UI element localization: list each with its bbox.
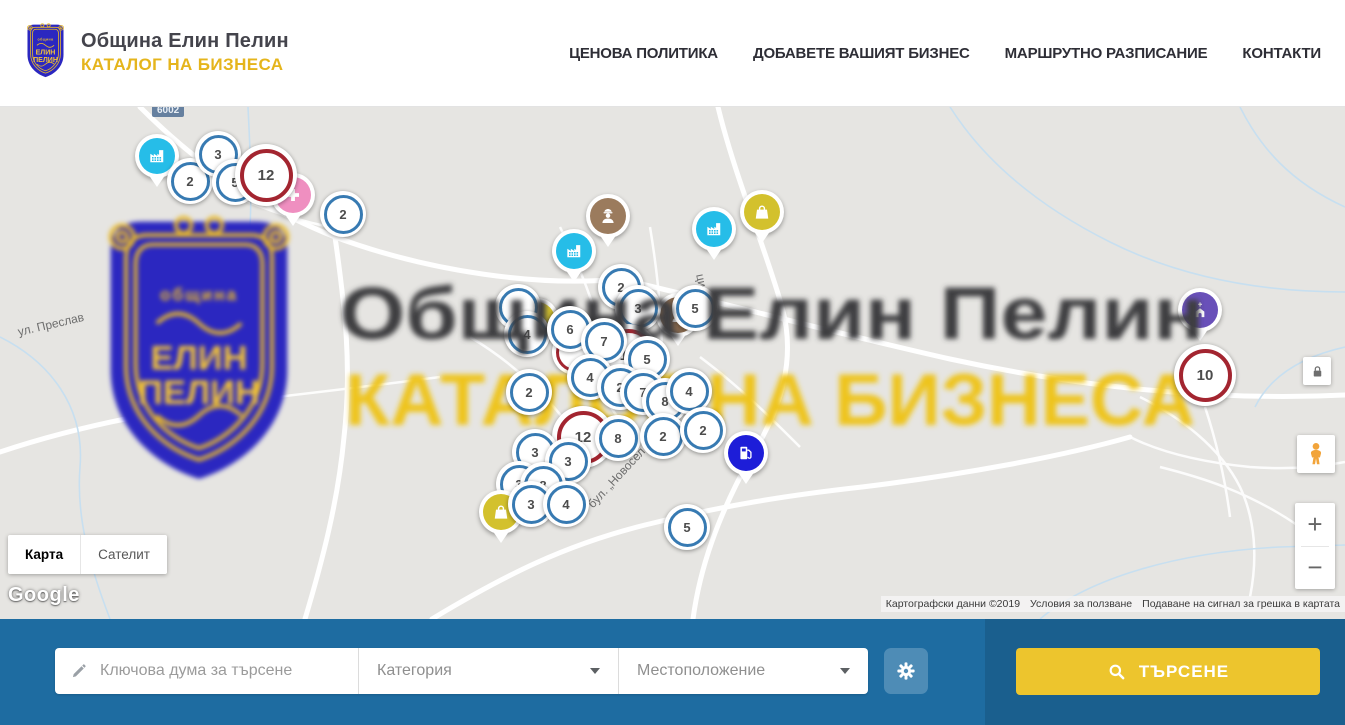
- nav-item-contacts[interactable]: КОНТАКТИ: [1242, 45, 1321, 62]
- site-header: Община Елин Пелин КАТАЛОГ НА БИЗНЕСА ЦЕН…: [0, 0, 1345, 107]
- keyword-field[interactable]: [55, 648, 358, 694]
- advanced-settings-button[interactable]: [884, 648, 928, 694]
- chevron-down-icon: [840, 668, 850, 674]
- zoom-control: + −: [1295, 503, 1335, 589]
- category-select-label: Категория: [377, 662, 452, 680]
- lock-icon: [1310, 364, 1325, 379]
- map-type-map-button[interactable]: Карта: [8, 535, 80, 574]
- attribution-link[interactable]: Условия за ползване: [1025, 596, 1137, 612]
- search-button-label: ТЪРСЕНЕ: [1139, 662, 1229, 682]
- attribution-text: Картографски данни ©2019: [881, 596, 1025, 612]
- zoom-in-button[interactable]: +: [1295, 503, 1335, 546]
- map-type-satellite-button[interactable]: Сателит: [80, 535, 167, 574]
- map-cluster-marker[interactable]: 4: [504, 311, 550, 357]
- chevron-down-icon: [590, 668, 600, 674]
- gear-icon: [895, 660, 917, 682]
- map-pin-bag[interactable]: [740, 190, 784, 234]
- location-select[interactable]: Местоположение: [618, 648, 868, 694]
- map-cluster-marker[interactable]: 5: [672, 285, 718, 331]
- map-cluster-marker[interactable]: 2: [506, 369, 552, 415]
- nav-item-add-business[interactable]: ДОБАВЕТЕ ВАШИЯТ БИЗНЕС: [753, 45, 970, 62]
- map-pin-factory[interactable]: [552, 229, 596, 273]
- nav-item-pricing[interactable]: ЦЕНОВА ПОЛИТИКА: [569, 45, 718, 62]
- map-pin-worker[interactable]: [586, 194, 630, 238]
- zoom-out-button[interactable]: −: [1295, 546, 1335, 589]
- map-cluster-marker[interactable]: 2: [680, 407, 726, 453]
- location-select-label: Местоположение: [637, 662, 765, 680]
- map-cluster-marker[interactable]: 12: [235, 144, 297, 206]
- keyword-input[interactable]: [98, 661, 342, 681]
- road-label: 6002: [152, 107, 184, 117]
- attribution-link[interactable]: Подаване на сигнал за грешка в картата: [1137, 596, 1345, 612]
- map-pin-church[interactable]: [1178, 288, 1222, 332]
- municipality-shield-icon: [22, 22, 69, 82]
- category-select[interactable]: Категория: [358, 648, 618, 694]
- map-cluster-marker[interactable]: 8: [595, 415, 641, 461]
- map-pin-fuel[interactable]: [724, 431, 768, 475]
- nav-item-route-schedule[interactable]: МАРШРУТНО РАЗПИСАНИЕ: [1005, 45, 1208, 62]
- google-logo[interactable]: Google: [8, 584, 80, 607]
- map-cluster-marker[interactable]: 10: [1174, 344, 1236, 406]
- search-fields-group: Категория Местоположение: [55, 648, 868, 694]
- search-button[interactable]: ТЪРСЕНЕ: [1016, 648, 1320, 695]
- pencil-icon: [70, 662, 88, 680]
- google-map[interactable]: 6002ул. Преславциибул. „Новосел 235413 О…: [0, 107, 1345, 619]
- search-bar: Категория Местоположение ТЪРСЕНЕ: [0, 619, 1345, 725]
- pegman-icon: [1303, 441, 1329, 467]
- search-icon: [1107, 662, 1127, 682]
- lock-button[interactable]: [1303, 357, 1331, 385]
- map-attribution: Картографски данни ©2019Условия за ползв…: [881, 596, 1345, 612]
- site-title: Община Елин Пелин: [81, 30, 289, 53]
- map-type-control: Карта Сателит: [8, 535, 167, 574]
- map-cluster-marker[interactable]: 2: [320, 191, 366, 237]
- map-cluster-marker[interactable]: 4: [543, 481, 589, 527]
- map-pin-factory[interactable]: [692, 207, 736, 251]
- site-subtitle: КАТАЛОГ НА БИЗНЕСА: [81, 55, 289, 75]
- street-view-pegman-button[interactable]: [1297, 435, 1335, 473]
- site-logo[interactable]: Община Елин Пелин КАТАЛОГ НА БИЗНЕСА: [22, 22, 289, 82]
- main-nav: ЦЕНОВА ПОЛИТИКА ДОБАВЕТЕ ВАШИЯТ БИЗНЕС М…: [569, 0, 1321, 107]
- map-cluster-marker[interactable]: 2: [640, 413, 686, 459]
- map-cluster-marker[interactable]: 5: [664, 504, 710, 550]
